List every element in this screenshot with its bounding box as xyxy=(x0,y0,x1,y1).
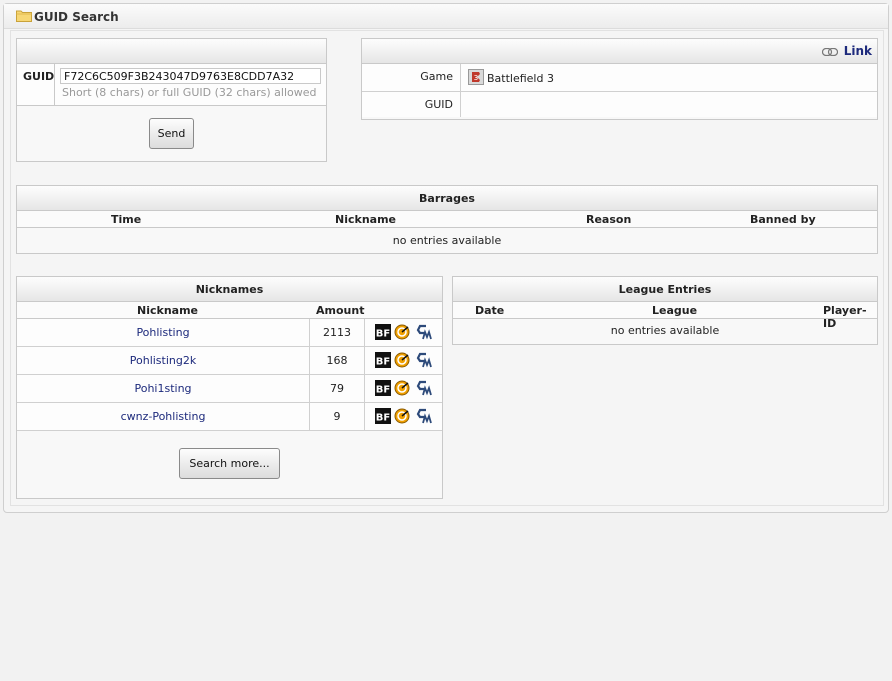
gamersignal-icon[interactable] xyxy=(394,408,410,424)
gamersignal-icon[interactable] xyxy=(394,352,410,368)
barrages-col-reason: Reason xyxy=(586,213,632,226)
nicknames-col-nickname: Nickname xyxy=(137,304,198,317)
nicknames-header: Nicknames xyxy=(17,277,442,302)
send-button[interactable]: Send xyxy=(149,118,194,149)
amount-cell: 79 xyxy=(310,375,365,402)
league-col-date: Date xyxy=(475,304,505,317)
guid-row: GUID Short (8 chars) or full GUID (32 ch… xyxy=(17,64,326,106)
guid-input[interactable] xyxy=(60,68,321,84)
guid-label-cell: GUID xyxy=(17,64,55,105)
amount-value: 168 xyxy=(326,354,348,367)
folder-icon xyxy=(16,10,32,22)
gametracker-icon[interactable] xyxy=(416,408,432,424)
svg-text:BF: BF xyxy=(376,385,390,396)
barrages-col-time: Time xyxy=(111,213,142,226)
guid-search-panel: GUID Short (8 chars) or full GUID (32 ch… xyxy=(16,38,327,162)
league-header: League Entries xyxy=(453,277,877,302)
barrages-col-banned-by: Banned by xyxy=(750,213,816,226)
amount-cell: 9 xyxy=(310,403,365,430)
window-titlebar: GUID Search xyxy=(4,4,888,29)
guid-label: GUID xyxy=(23,70,55,83)
barrages-empty-message: no entries available xyxy=(392,234,502,247)
nickname-link[interactable]: Pohi1sting xyxy=(17,382,309,395)
guid-hint: Short (8 chars) or full GUID (32 chars) … xyxy=(62,86,317,99)
bf-icon[interactable]: BF xyxy=(375,324,391,340)
nickname-cell: Pohlisting2k xyxy=(17,347,310,374)
gametracker-icon[interactable] xyxy=(416,352,432,368)
nickname-cell: Pohi1sting xyxy=(17,375,310,402)
nickname-row: Pohlisting2k 168 BF xyxy=(17,347,442,375)
nickname-link[interactable]: Pohlisting2k xyxy=(17,354,309,367)
league-col-player-id: Player-ID xyxy=(823,304,867,330)
info-guid-label-cell: GUID xyxy=(362,92,461,117)
bf-icon[interactable]: BF xyxy=(375,352,391,368)
info-panel-header: Link xyxy=(362,39,877,64)
bf-icon[interactable]: BF xyxy=(375,408,391,424)
gametracker-icon[interactable] xyxy=(416,324,432,340)
amount-value: 2113 xyxy=(323,326,351,339)
barrages-header: Barrages xyxy=(17,186,877,211)
svg-text:BF: BF xyxy=(376,357,390,368)
game-info-panel: Link Game 3 Battlefield 3 GUID xyxy=(361,38,878,120)
battlefield3-icon: 3 xyxy=(468,69,484,85)
info-guid-label: GUID xyxy=(424,98,453,111)
svg-text:BF: BF xyxy=(376,413,390,424)
nicknames-col-amount: Amount xyxy=(316,304,365,317)
barrages-col-nickname: Nickname xyxy=(335,213,396,226)
amount-cell: 168 xyxy=(310,347,365,374)
link-button[interactable]: Link xyxy=(821,39,872,64)
content-area: GUID Short (8 chars) or full GUID (32 ch… xyxy=(10,30,884,506)
game-row: Game 3 Battlefield 3 xyxy=(362,64,877,92)
game-label: Game xyxy=(420,70,453,83)
game-value: Battlefield 3 xyxy=(487,72,554,85)
gametracker-icon[interactable] xyxy=(416,380,432,396)
nickname-cell: cwnz-Pohlisting xyxy=(17,403,310,430)
nickname-row: cwnz-Pohlisting 9 BF xyxy=(17,403,442,431)
league-entries-panel: League Entries Date League Player-ID no … xyxy=(452,276,878,345)
nickname-link[interactable]: cwnz-Pohlisting xyxy=(17,410,309,423)
nickname-link[interactable]: Pohlisting xyxy=(17,326,309,339)
amount-value: 79 xyxy=(330,382,344,395)
amount-value: 9 xyxy=(333,410,341,423)
window-title: GUID Search xyxy=(34,10,119,24)
amount-cell: 2113 xyxy=(310,319,365,346)
league-col-league: League xyxy=(652,304,698,317)
svg-text:3: 3 xyxy=(474,74,478,82)
search-more-button[interactable]: Search more... xyxy=(179,448,280,479)
nickname-row: Pohi1sting 79 BF xyxy=(17,375,442,403)
info-guid-row: GUID xyxy=(362,92,877,117)
nickname-cell: Pohlisting xyxy=(17,319,310,346)
nicknames-column-header: Nickname Amount xyxy=(17,302,442,319)
guid-search-window: GUID Search GUID Short (8 chars) or full… xyxy=(3,3,889,513)
gamersignal-icon[interactable] xyxy=(394,380,410,396)
nicknames-panel: Nicknames Nickname Amount Pohlisting 211… xyxy=(16,276,443,499)
league-empty-message: no entries available xyxy=(610,324,720,337)
link-icon xyxy=(821,47,838,57)
game-label-cell: Game xyxy=(362,64,461,91)
svg-text:BF: BF xyxy=(376,329,390,340)
gamersignal-icon[interactable] xyxy=(394,324,410,340)
search-panel-header xyxy=(17,39,326,64)
nickname-row: Pohlisting 2113 BF xyxy=(17,319,442,347)
bf-icon[interactable]: BF xyxy=(375,380,391,396)
barrages-column-header: Time Nickname Reason Banned by xyxy=(17,211,877,228)
barrages-panel: Barrages Time Nickname Reason Banned by … xyxy=(16,185,878,254)
link-label: Link xyxy=(843,44,872,58)
league-column-header: Date League Player-ID xyxy=(453,302,877,330)
